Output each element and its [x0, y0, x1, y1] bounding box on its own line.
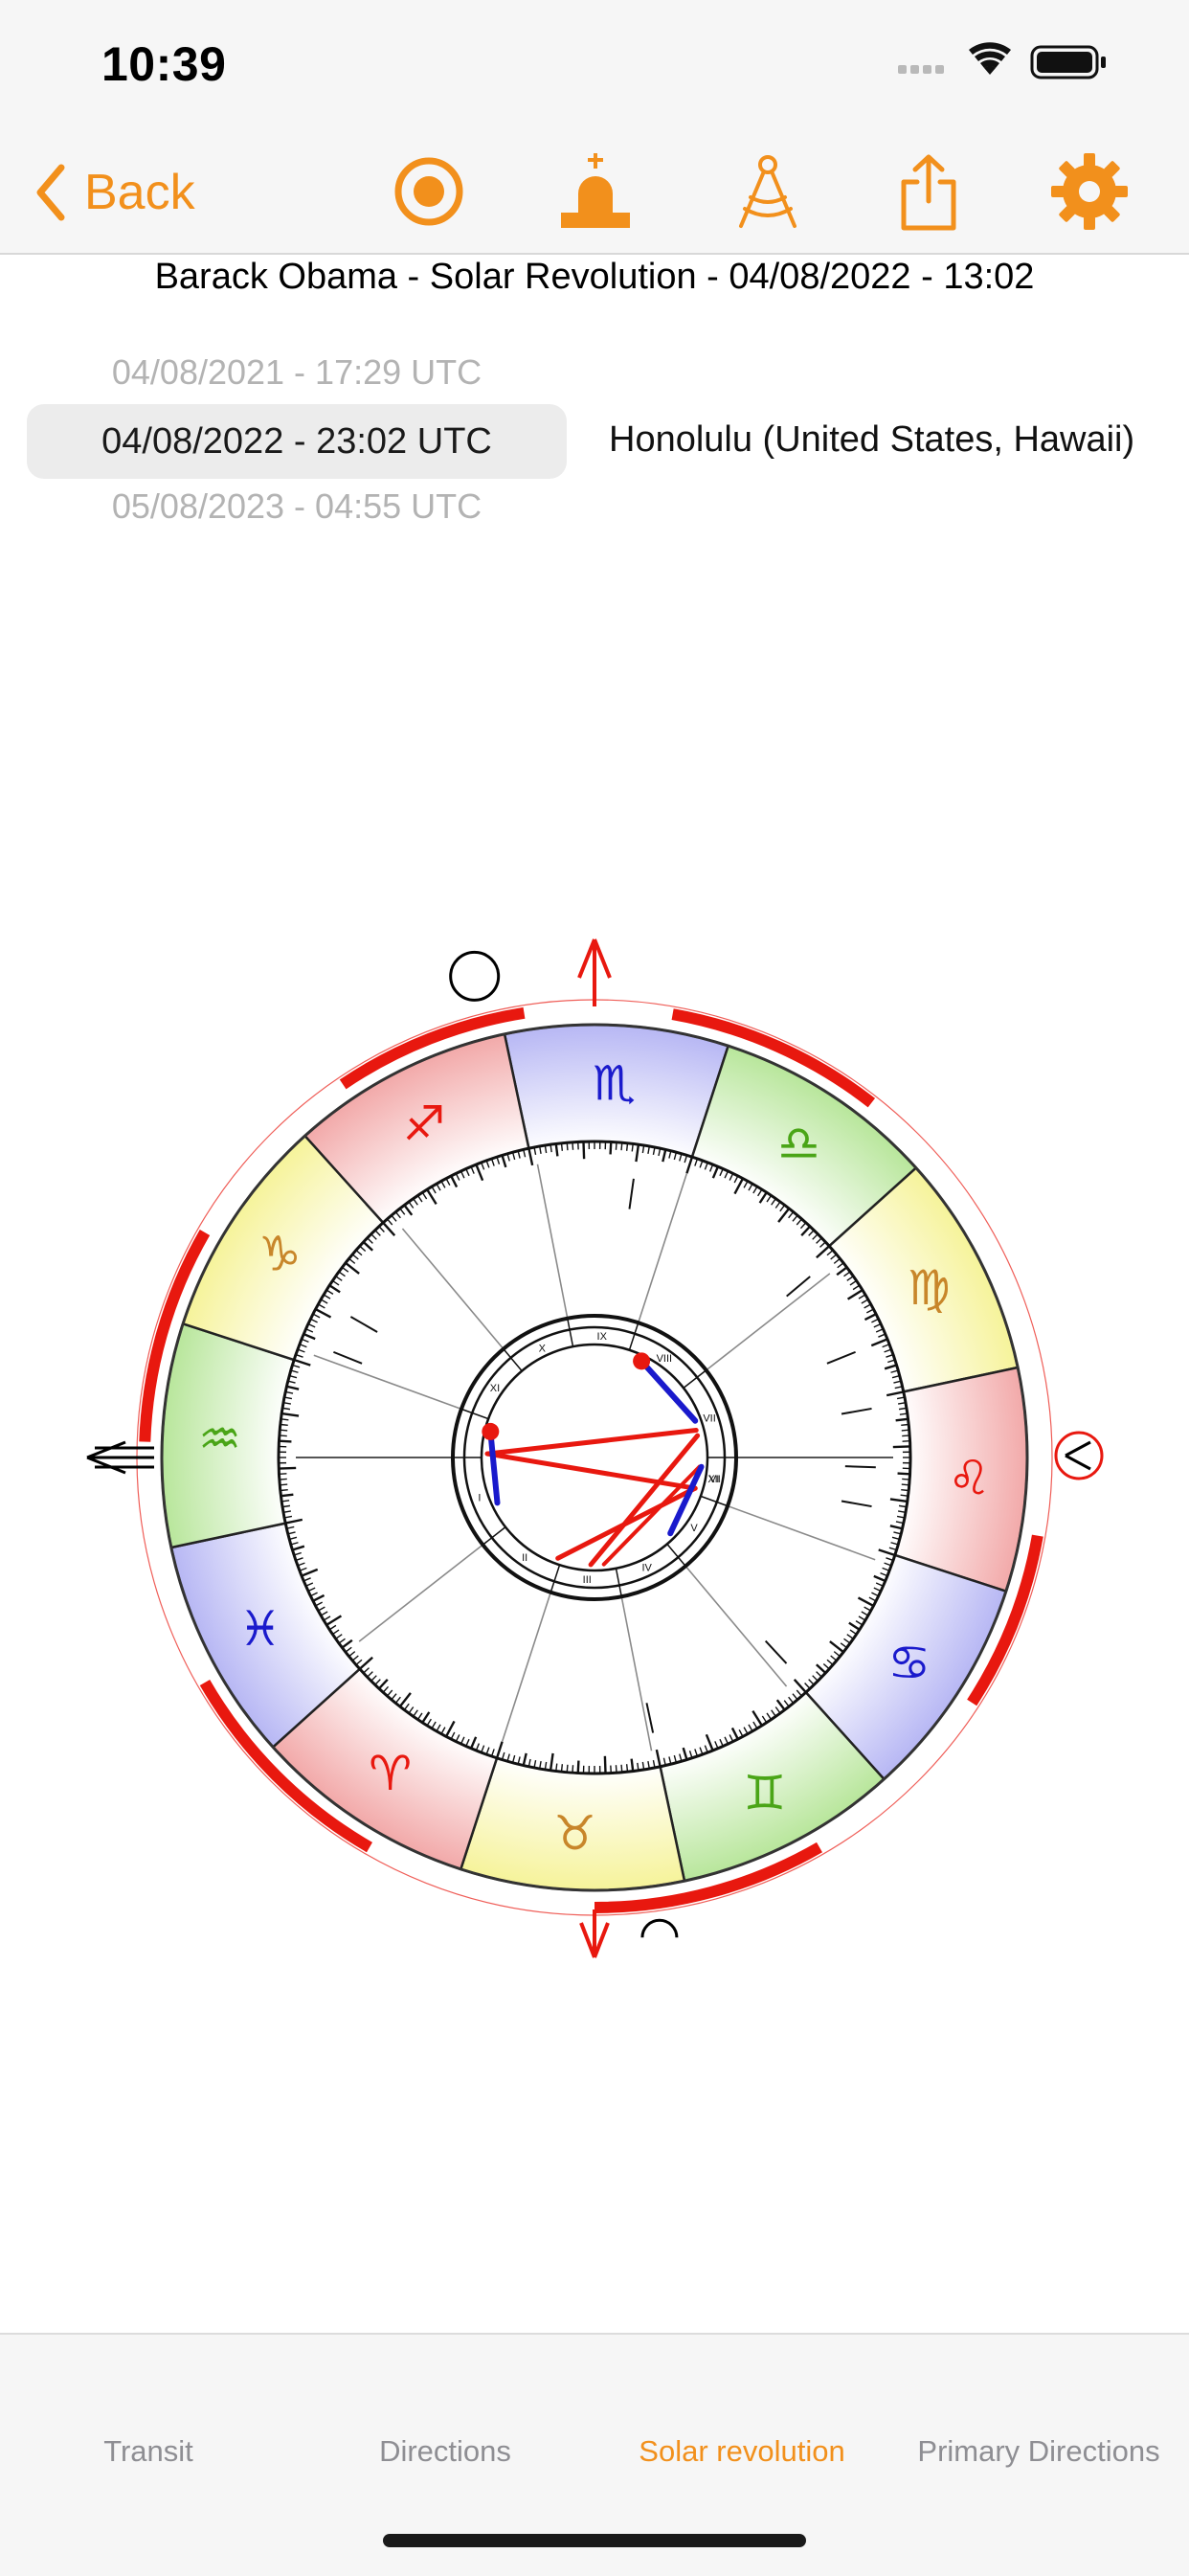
degree-tick — [279, 1468, 296, 1469]
degree-tick — [567, 1765, 568, 1773]
degree-tick — [572, 1765, 573, 1773]
degree-tick — [605, 1756, 606, 1774]
picker-previous-option[interactable]: 04/08/2021 - 17:29 UTC — [27, 352, 567, 393]
house-numeral-2: II — [522, 1552, 527, 1564]
degree-tick — [901, 1425, 909, 1426]
location-label: Honolulu (United States, Hawaii) — [609, 419, 1134, 461]
house-numeral-11: XI — [490, 1383, 500, 1394]
planet-pointer-line — [845, 1466, 876, 1467]
degree-tick — [280, 1490, 288, 1491]
degree-tick — [902, 1435, 909, 1436]
chevron-left-icon — [34, 164, 67, 221]
degree-tick — [279, 1441, 291, 1442]
midheaven-arrow-icon — [579, 939, 610, 1006]
navigation-bar: Back — [0, 134, 1189, 255]
south-node-icon — [642, 1920, 677, 1937]
degree-tick — [616, 1142, 617, 1150]
degree-tick — [632, 1143, 633, 1151]
aspect-node — [482, 1423, 499, 1440]
degree-tick — [898, 1474, 910, 1475]
gear-icon[interactable] — [1049, 151, 1130, 232]
degree-tick — [572, 1142, 573, 1150]
house-numeral-8: VIII — [657, 1353, 673, 1365]
house-numeral-5: V — [690, 1523, 698, 1534]
target-icon[interactable] — [389, 151, 469, 232]
tab-transit[interactable]: Transit — [0, 2434, 297, 2469]
wifi-icon — [969, 42, 1011, 75]
tab-directions[interactable]: Directions — [297, 2434, 594, 2469]
zodiac-glyph-libra-icon: ♎ — [777, 1116, 820, 1171]
degree-tick — [902, 1430, 909, 1431]
imum-coeli-arrow-icon — [581, 1909, 608, 1957]
zodiac-glyph-cancer-icon: ♋ — [887, 1635, 931, 1690]
status-bar: 10:39 — [0, 0, 1189, 134]
degree-tick — [627, 1143, 628, 1151]
degree-tick — [621, 1765, 622, 1773]
back-label: Back — [84, 164, 195, 221]
house-numeral-7: VII — [703, 1413, 715, 1425]
degree-tick — [562, 1143, 563, 1151]
degree-tick — [556, 1764, 557, 1772]
zodiac-glyph-sagittarius-icon: ♐ — [403, 1096, 446, 1152]
compass-icon[interactable] — [728, 151, 808, 232]
degree-tick — [902, 1484, 909, 1485]
zodiac-glyph-scorpio-icon: ♏ — [593, 1056, 636, 1112]
degree-tick — [280, 1419, 288, 1420]
degree-tick — [280, 1495, 293, 1497]
cellular-signal-icon — [898, 65, 944, 74]
home-indicator — [383, 2534, 806, 2547]
degree-tick — [280, 1425, 288, 1426]
zodiac-glyph-aquarius-icon: ♒ — [198, 1411, 241, 1466]
zodiac-glyph-virgo-icon: ♍ — [908, 1260, 951, 1316]
picker-selected-option[interactable]: 04/08/2022 - 23:02 UTC — [27, 404, 567, 479]
degree-tick — [567, 1142, 568, 1150]
aspect-node — [633, 1352, 650, 1369]
zodiac-glyph-aries-icon: ♈ — [369, 1746, 412, 1801]
church-icon[interactable] — [555, 151, 636, 232]
degree-tick — [280, 1484, 287, 1485]
tab-solar-revolution[interactable]: Solar revolution — [594, 2434, 890, 2469]
back-button[interactable]: Back — [34, 159, 195, 226]
ascendant-arrow-icon — [87, 1442, 154, 1473]
zodiac-glyph-gemini-icon: ♊ — [744, 1765, 787, 1820]
descendant-arrow-icon — [1066, 1442, 1090, 1469]
chart-title: Barack Obama - Solar Revolution - 04/08/… — [0, 253, 1189, 299]
zodiac-glyph-capricorn-icon: ♑ — [258, 1227, 302, 1282]
degree-tick — [896, 1419, 909, 1421]
degree-tick — [901, 1495, 909, 1496]
degree-tick — [280, 1430, 287, 1431]
house-numeral-12: XII — [707, 1474, 720, 1485]
house-numeral-10: X — [539, 1343, 547, 1354]
share-icon[interactable] — [888, 151, 969, 232]
degree-tick — [893, 1446, 910, 1447]
degree-tick — [632, 1759, 634, 1772]
degree-tick — [280, 1479, 287, 1480]
degree-tick — [902, 1479, 909, 1480]
tab-primary-directions[interactable]: Primary Directions — [890, 2434, 1187, 2469]
degree-tick — [901, 1490, 909, 1491]
degree-tick — [611, 1141, 612, 1154]
house-numeral-1: I — [478, 1492, 481, 1503]
degree-tick — [280, 1435, 287, 1436]
degree-tick — [562, 1764, 563, 1772]
zodiac-glyph-taurus-icon: ♉ — [553, 1805, 596, 1861]
zodiac-glyph-leo-icon: ♌ — [948, 1451, 991, 1506]
house-numeral-9: IX — [597, 1331, 608, 1343]
degree-tick — [578, 1761, 579, 1774]
north-node-icon — [451, 952, 499, 1000]
descendant-marker-icon — [1056, 1433, 1102, 1479]
status-time: 10:39 — [101, 36, 226, 92]
house-numeral-4: IV — [641, 1563, 652, 1574]
astrology-chart-wheel[interactable]: ♏♎♍♌♋♊♉♈♓♒♑♐IIIIIIIVVVIVIIVIIIIXXXIXII — [0, 862, 1189, 2088]
degree-tick — [556, 1143, 558, 1156]
status-icons — [898, 42, 1128, 80]
zodiac-glyph-pisces-icon: ♓ — [238, 1601, 281, 1657]
degree-tick — [621, 1142, 622, 1150]
degree-tick — [627, 1764, 628, 1772]
picker-next-option[interactable]: 05/08/2023 - 04:55 UTC — [27, 486, 567, 527]
house-numeral-3: III — [583, 1574, 592, 1586]
battery-icon — [1032, 47, 1106, 78]
degree-tick — [616, 1765, 617, 1773]
degree-tick — [583, 1141, 584, 1159]
